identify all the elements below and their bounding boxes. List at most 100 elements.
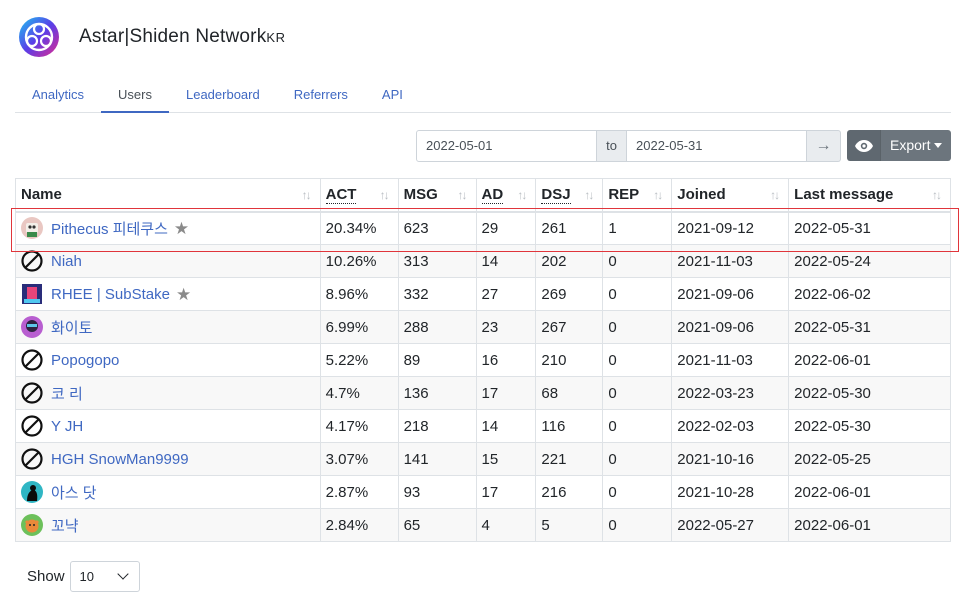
end-date-input[interactable]: 2022-05-31 xyxy=(626,130,807,162)
msg-cell: 313 xyxy=(397,244,477,278)
user-name-link[interactable]: RHEE | SubStake xyxy=(51,286,170,303)
last-message-cell: 2022-06-01 xyxy=(788,343,951,377)
msg-cell: 89 xyxy=(397,343,477,377)
page-size-value: 10 xyxy=(79,569,94,584)
column-header-dsj[interactable]: DSJ ↑↓ xyxy=(535,178,604,213)
table-row[interactable]: RHEE | SubStake ★ 8.96% 332 27 269 0 2021-09-06… xyxy=(15,277,951,311)
name-cell: 화이토 xyxy=(15,310,321,344)
last-message-cell: 2022-06-01 xyxy=(788,508,951,542)
page-title: Astar|Shiden NetworkKR xyxy=(79,26,285,48)
table-row[interactable]: 화이토 6.99% 288 23 267 0 2021-09-06 2022-05-31 xyxy=(15,310,951,344)
msg-cell: 136 xyxy=(397,376,477,410)
act-cell: 10.26% xyxy=(319,244,399,278)
user-name-link[interactable]: 코 리 xyxy=(51,383,83,404)
table-row[interactable]: 코 리 4.7% 136 17 68 0 2022-03-23 2022-05-30 xyxy=(15,376,951,410)
rep-cell: 0 xyxy=(602,310,673,344)
last-message-cell: 2022-06-01 xyxy=(788,475,951,509)
column-header-joined[interactable]: Joined ↑↓ xyxy=(671,178,790,213)
arrow-right-icon: → xyxy=(815,137,832,154)
sort-icon: ↑↓ xyxy=(457,188,468,202)
table-row[interactable]: Popogopo 5.22% 89 16 210 0 2021-11-03 2022-06-0… xyxy=(15,343,951,377)
user-name-link[interactable]: HGH SnowMan9999 xyxy=(51,451,189,468)
page-title-text: Astar|Shiden Network xyxy=(79,26,267,47)
page-size-control: Show 10 xyxy=(27,561,140,592)
export-dropdown-button[interactable]: Export xyxy=(880,130,951,161)
last-message-cell: 2022-05-25 xyxy=(788,442,951,476)
act-cell: 5.22% xyxy=(319,343,399,377)
table-row[interactable]: 아스 닷 2.87% 93 17 216 0 2021-10-28 2022-06-01 xyxy=(15,475,951,509)
column-label: DSJ xyxy=(541,186,571,205)
column-header-last-message[interactable]: Last message ↑↓ xyxy=(788,178,951,213)
dsj-cell: 5 xyxy=(535,508,604,542)
table-row[interactable]: Niah 10.26% 313 14 202 0 2021-11-03 2022-05-24 xyxy=(15,244,951,278)
joined-cell: 2021-09-06 xyxy=(671,277,790,311)
astar-logo-icon[interactable] xyxy=(18,16,60,58)
no-avatar-icon xyxy=(21,349,43,371)
no-avatar-icon xyxy=(21,250,43,272)
column-header-rep[interactable]: REP ↑↓ xyxy=(602,178,673,213)
column-label: REP xyxy=(608,186,640,204)
view-toggle-button[interactable] xyxy=(847,130,880,161)
table-row[interactable]: HGH SnowMan9999 3.07% 141 15 221 0 2021-10-16 2… xyxy=(15,442,951,476)
no-avatar-icon xyxy=(21,382,43,404)
act-cell: 2.87% xyxy=(319,475,399,509)
rep-cell: 0 xyxy=(602,244,673,278)
name-cell: Niah xyxy=(15,244,321,278)
table-row[interactable]: Pithecus 피테쿠스 ★ 20.34% 623 29 261 1 2021-09-12 2… xyxy=(15,211,951,245)
user-name-link[interactable]: Popogopo xyxy=(51,352,119,369)
msg-cell: 218 xyxy=(397,409,477,443)
user-name-wrap: 아스 닷 xyxy=(21,481,315,503)
joined-cell: 2021-09-12 xyxy=(671,211,790,245)
dsj-cell: 269 xyxy=(535,277,604,311)
export-label: Export xyxy=(890,137,931,153)
chevron-down-icon xyxy=(116,568,129,580)
tab-users[interactable]: Users xyxy=(101,77,169,113)
ad-cell: 14 xyxy=(475,244,537,278)
user-name-wrap: 코 리 xyxy=(21,382,315,404)
act-cell: 3.07% xyxy=(319,442,399,476)
page-size-select[interactable]: 10 xyxy=(69,561,140,592)
last-message-cell: 2022-05-24 xyxy=(788,244,951,278)
user-name-link[interactable]: 아스 닷 xyxy=(51,482,97,503)
avatar xyxy=(21,316,43,338)
table-row[interactable]: 꼬냑 2.84% 65 4 5 0 2022-05-27 2022-06-01 xyxy=(15,508,951,542)
act-cell: 4.7% xyxy=(319,376,399,410)
ad-cell: 27 xyxy=(475,277,537,311)
star-icon: ★ xyxy=(175,284,192,304)
user-name-link[interactable]: Y JH xyxy=(51,418,83,435)
rep-cell: 1 xyxy=(602,211,673,245)
column-header-msg[interactable]: MSG ↑↓ xyxy=(397,178,477,213)
act-cell: 20.34% xyxy=(319,211,399,245)
users-table: Name ↑↓ ACT ↑↓ MSG ↑↓ AD ↑↓ DSJ ↑↓ REP ↑↓ Join… xyxy=(15,178,951,542)
tab-leaderboard[interactable]: Leaderboard xyxy=(169,77,277,113)
column-label: AD xyxy=(481,186,504,205)
no-avatar-icon xyxy=(21,415,43,437)
table-header-row: Name ↑↓ ACT ↑↓ MSG ↑↓ AD ↑↓ DSJ ↑↓ REP ↑↓ Join… xyxy=(15,178,951,213)
sort-icon: ↑↓ xyxy=(653,188,663,202)
ad-cell: 15 xyxy=(475,442,537,476)
rep-cell: 0 xyxy=(602,343,673,377)
sort-icon: ↑↓ xyxy=(379,188,390,202)
table-row[interactable]: Y JH 4.17% 218 14 116 0 2022-02-03 2022-05-30 xyxy=(15,409,951,443)
msg-cell: 332 xyxy=(397,277,477,311)
tab-api[interactable]: API xyxy=(365,77,420,113)
user-name-link[interactable]: Pithecus 피테쿠스 xyxy=(51,218,168,239)
column-header-ad[interactable]: AD ↑↓ xyxy=(475,178,537,213)
rep-cell: 0 xyxy=(602,277,673,311)
tab-analytics[interactable]: Analytics xyxy=(15,77,101,113)
column-header-name[interactable]: Name ↑↓ xyxy=(15,178,321,213)
user-name-link[interactable]: 화이토 xyxy=(51,317,92,338)
user-name-wrap: 꼬냑 xyxy=(21,514,315,536)
dsj-cell: 210 xyxy=(535,343,604,377)
start-date-input[interactable]: 2022-05-01 xyxy=(416,130,597,162)
apply-date-button[interactable]: → xyxy=(807,130,841,162)
user-name-wrap: Pithecus 피테쿠스 ★ xyxy=(21,217,315,240)
page-title-suffix: KR xyxy=(266,30,286,45)
column-label: Name xyxy=(21,186,62,204)
msg-cell: 288 xyxy=(397,310,477,344)
show-label: Show xyxy=(27,568,65,585)
tab-referrers[interactable]: Referrers xyxy=(277,77,365,113)
column-header-act[interactable]: ACT ↑↓ xyxy=(319,178,399,213)
user-name-link[interactable]: Niah xyxy=(51,253,82,270)
user-name-link[interactable]: 꼬냑 xyxy=(51,515,79,536)
